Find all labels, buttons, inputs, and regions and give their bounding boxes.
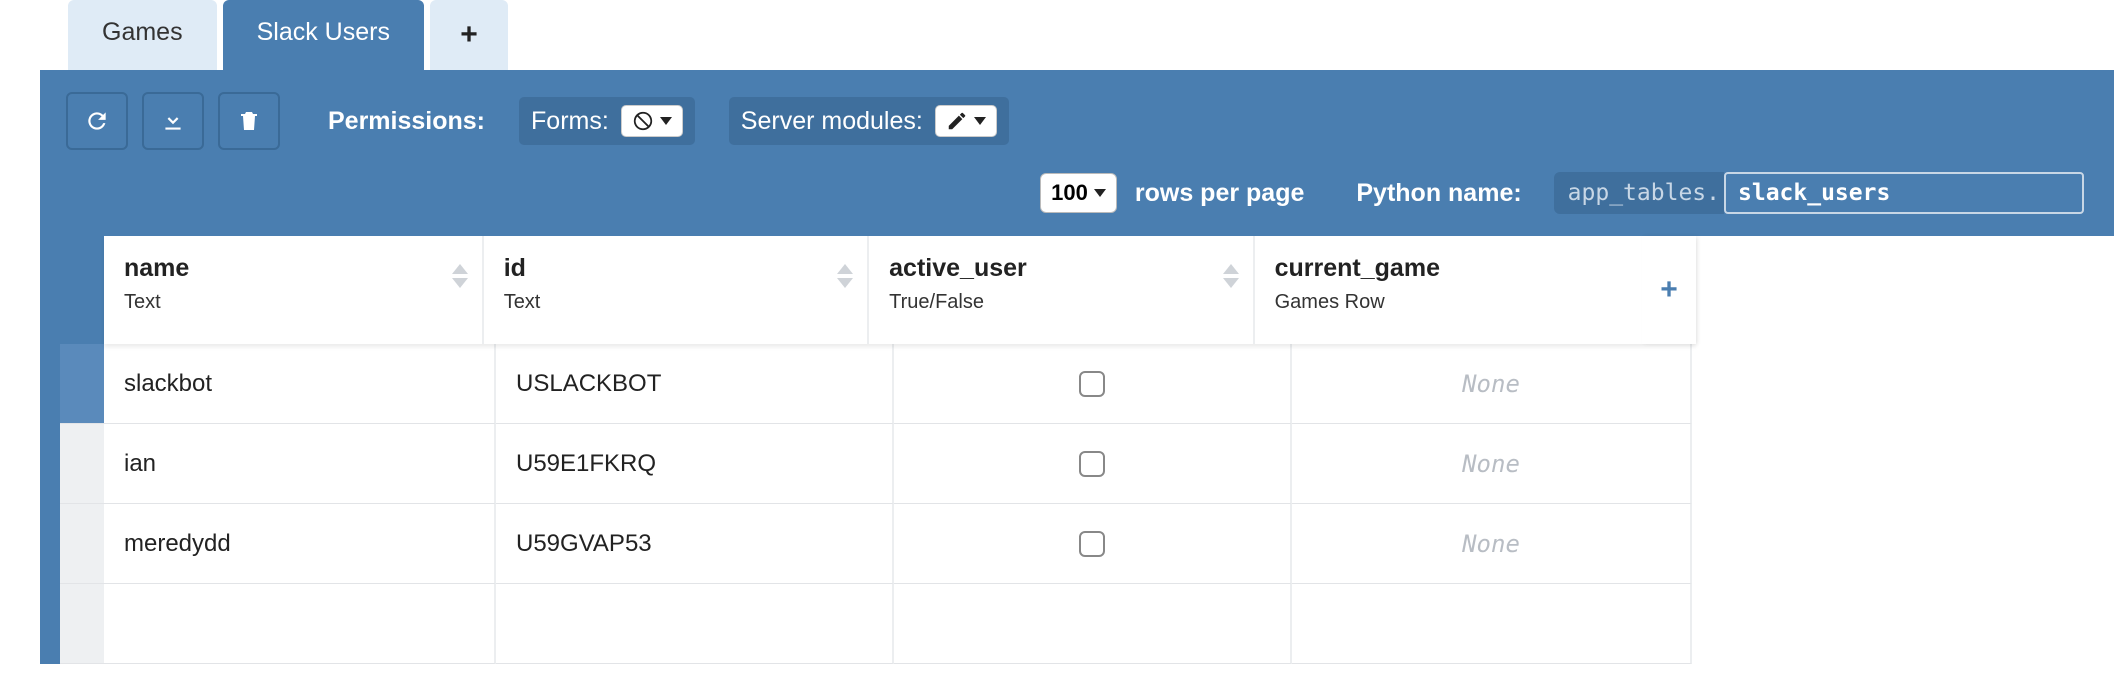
row-number-1[interactable]	[60, 344, 104, 424]
column-title: id	[504, 254, 847, 283]
forms-permission-dropdown[interactable]	[621, 105, 683, 137]
server-modules-label: Server modules:	[741, 107, 923, 136]
cell-active-user[interactable]	[894, 504, 1292, 584]
table-body: slackbot USLACKBOT None ian U59E1FKRQ No…	[104, 344, 1696, 664]
caret-down-icon	[974, 117, 986, 125]
python-name-input[interactable]	[1724, 172, 2084, 214]
forms-permission-group: Forms:	[519, 97, 695, 145]
data-table: name Text id Text active_user True/False…	[40, 236, 2114, 664]
download-button[interactable]	[142, 92, 204, 150]
row-number-4[interactable]	[60, 584, 104, 664]
row-number-2[interactable]	[60, 424, 104, 504]
checkbox-icon[interactable]	[1079, 371, 1105, 397]
tab-add[interactable]: +	[430, 0, 508, 70]
sort-toggle[interactable]	[452, 264, 468, 288]
python-name-prefix: app_tables.	[1554, 172, 1724, 214]
checkbox-icon[interactable]	[1079, 451, 1105, 477]
cell-name[interactable]: ian	[104, 424, 496, 504]
python-name-box: app_tables.	[1554, 172, 2084, 214]
cell-current-game[interactable]: None	[1292, 504, 1692, 584]
permissions-label: Permissions:	[328, 107, 485, 136]
column-title: current_game	[1275, 254, 1622, 283]
column-title: active_user	[889, 254, 1232, 283]
row-number-column	[60, 236, 104, 664]
table-row-empty[interactable]	[104, 584, 1696, 664]
tab-slack-users[interactable]: Slack Users	[223, 0, 424, 70]
cell-active-user[interactable]	[894, 424, 1292, 504]
forms-label: Forms:	[531, 107, 609, 136]
cell-name[interactable]: meredydd	[104, 504, 496, 584]
row-number-3[interactable]	[60, 504, 104, 584]
sort-toggle[interactable]	[1223, 264, 1239, 288]
edit-icon	[946, 110, 968, 132]
column-header-id[interactable]: id Text	[484, 236, 869, 344]
cell-id[interactable]: U59GVAP53	[496, 504, 894, 584]
table-row[interactable]: meredydd U59GVAP53 None	[104, 504, 1696, 584]
no-access-icon	[632, 110, 654, 132]
cell-active-user[interactable]	[894, 344, 1292, 424]
column-title: name	[124, 254, 462, 283]
column-type: Text	[504, 291, 847, 314]
rows-per-page-label: rows per page	[1135, 179, 1305, 208]
column-header-current-game[interactable]: current_game Games Row	[1255, 236, 1642, 344]
none-value: None	[1462, 450, 1520, 478]
caret-down-icon	[660, 117, 672, 125]
table-left-gutter	[40, 236, 60, 664]
cell-empty[interactable]	[1292, 584, 1692, 664]
refresh-button[interactable]	[66, 92, 128, 150]
column-header-name[interactable]: name Text	[104, 236, 484, 344]
cell-id[interactable]: USLACKBOT	[496, 344, 894, 424]
cell-empty[interactable]	[894, 584, 1292, 664]
tab-games[interactable]: Games	[68, 0, 217, 70]
cell-current-game[interactable]: None	[1292, 344, 1692, 424]
delete-button[interactable]	[218, 92, 280, 150]
rows-per-page-value: 100	[1051, 180, 1088, 206]
cell-empty[interactable]	[104, 584, 496, 664]
download-icon	[160, 108, 186, 134]
cell-empty[interactable]	[496, 584, 894, 664]
column-type: Games Row	[1275, 291, 1622, 314]
tab-bar: Games Slack Users +	[68, 0, 2114, 70]
table-row[interactable]: ian U59E1FKRQ None	[104, 424, 1696, 504]
server-permission-dropdown[interactable]	[935, 105, 997, 137]
trash-icon	[237, 108, 261, 134]
none-value: None	[1462, 370, 1520, 398]
rows-per-page-select[interactable]: 100	[1040, 173, 1117, 213]
column-header-active-user[interactable]: active_user True/False	[869, 236, 1254, 344]
sort-toggle[interactable]	[837, 264, 853, 288]
caret-down-icon	[1094, 189, 1106, 197]
python-name-label: Python name:	[1356, 179, 1521, 208]
none-value: None	[1462, 530, 1520, 558]
table-row[interactable]: slackbot USLACKBOT None	[104, 344, 1696, 424]
checkbox-icon[interactable]	[1079, 531, 1105, 557]
cell-name[interactable]: slackbot	[104, 344, 496, 424]
table-header: name Text id Text active_user True/False…	[104, 236, 1696, 344]
column-type: True/False	[889, 291, 1232, 314]
server-permission-group: Server modules:	[729, 97, 1009, 145]
cell-current-game[interactable]: None	[1292, 424, 1692, 504]
add-column-button[interactable]: +	[1642, 236, 1696, 344]
toolbar-band: Permissions: Forms: Server modules: 100	[40, 70, 2114, 236]
refresh-icon	[84, 108, 110, 134]
cell-id[interactable]: U59E1FKRQ	[496, 424, 894, 504]
column-type: Text	[124, 291, 462, 314]
